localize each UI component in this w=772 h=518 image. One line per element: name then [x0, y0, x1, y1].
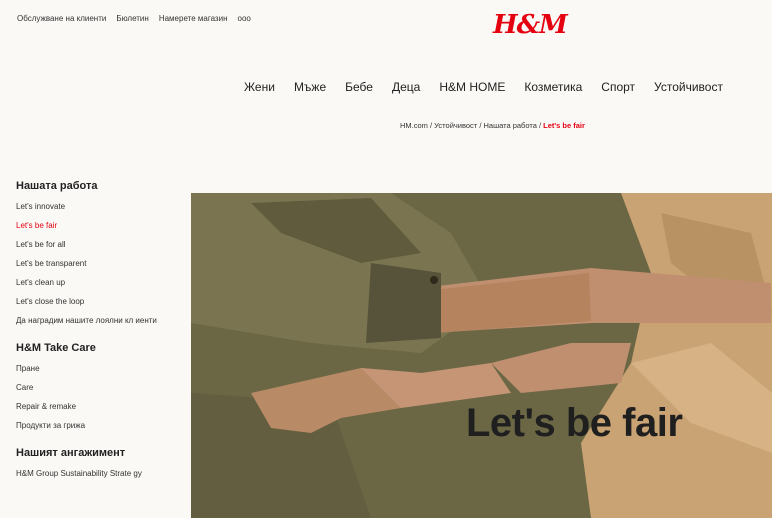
sidebar-section-take-care: H&M Take Care Пране Care Repair & remake… [16, 342, 186, 431]
nav-item-home[interactable]: H&M HOME [439, 80, 505, 94]
nav-item-women[interactable]: Жени [244, 80, 275, 94]
nav-item-kids[interactable]: Деца [392, 80, 420, 94]
nav-item-baby[interactable]: Бебе [345, 80, 373, 94]
sidebar-item-clean-up[interactable]: Let's clean up [16, 278, 186, 288]
sidebar-heading: Нашият ангажимент [16, 447, 126, 459]
sidebar-item-strategy[interactable]: H&M Group Sustainability Strate gy [16, 469, 186, 479]
sidebar-item-transparent[interactable]: Let's be transparent [16, 259, 186, 269]
nav-item-men[interactable]: Мъже [294, 80, 326, 94]
nav-item-beauty[interactable]: Козметика [524, 80, 582, 94]
hero-title: Let's be fair [466, 401, 683, 445]
breadcrumb-path[interactable]: HM.com / Устойчивост / Нашата работа / [400, 121, 543, 130]
sidebar-section-commitment: Нашият ангажимент H&M Group Sustainabili… [16, 447, 186, 479]
sidebar-item-care-products[interactable]: Продукти за грижа [16, 421, 186, 431]
hm-logo[interactable]: H&M [493, 10, 568, 40]
sidebar-item-repair[interactable]: Repair & remake [16, 402, 186, 412]
sidebar-item-close-loop[interactable]: Let's close the loop [16, 297, 186, 307]
nav-item-sustainability[interactable]: Устойчивост [654, 80, 723, 94]
hero-banner: Let's be fair [191, 193, 772, 518]
sidebar-section-our-work: Нашата работа Let's innovate Let's be fa… [16, 180, 186, 326]
breadcrumb-current: Let's be fair [543, 121, 585, 130]
sidebar-item-innovate[interactable]: Let's innovate [16, 202, 186, 212]
nav-item-sport[interactable]: Спорт [601, 80, 635, 94]
top-utility-nav: Обслужване на клиенти Бюлетин Намерете м… [17, 14, 251, 23]
breadcrumb: HM.com / Устойчивост / Нашата работа / L… [400, 121, 585, 130]
hero-image [191, 193, 772, 518]
customer-service-link[interactable]: Обслужване на клиенти [17, 14, 106, 23]
sidebar-item-fair[interactable]: Let's be fair [16, 221, 186, 231]
sidebar-item-loyalty[interactable]: Да наградим нашите лоялни кл иенти [16, 316, 186, 326]
page: Обслужване на клиенти Бюлетин Намерете м… [0, 0, 772, 518]
more-link[interactable]: ооо [238, 14, 251, 23]
sidebar: Нашата работа Let's innovate Let's be fa… [16, 180, 186, 495]
sidebar-item-washing[interactable]: Пране [16, 364, 186, 374]
main-nav: Жени Мъже Бебе Деца H&M HOME Козметика С… [244, 80, 723, 94]
store-locator-link[interactable]: Намерете магазин [159, 14, 228, 23]
sidebar-item-for-all[interactable]: Let's be for all [16, 240, 186, 250]
sidebar-heading: Нашата работа [16, 180, 98, 192]
sidebar-heading: H&M Take Care [16, 342, 96, 354]
sidebar-item-care[interactable]: Care [16, 383, 186, 393]
newsletter-link[interactable]: Бюлетин [116, 14, 148, 23]
